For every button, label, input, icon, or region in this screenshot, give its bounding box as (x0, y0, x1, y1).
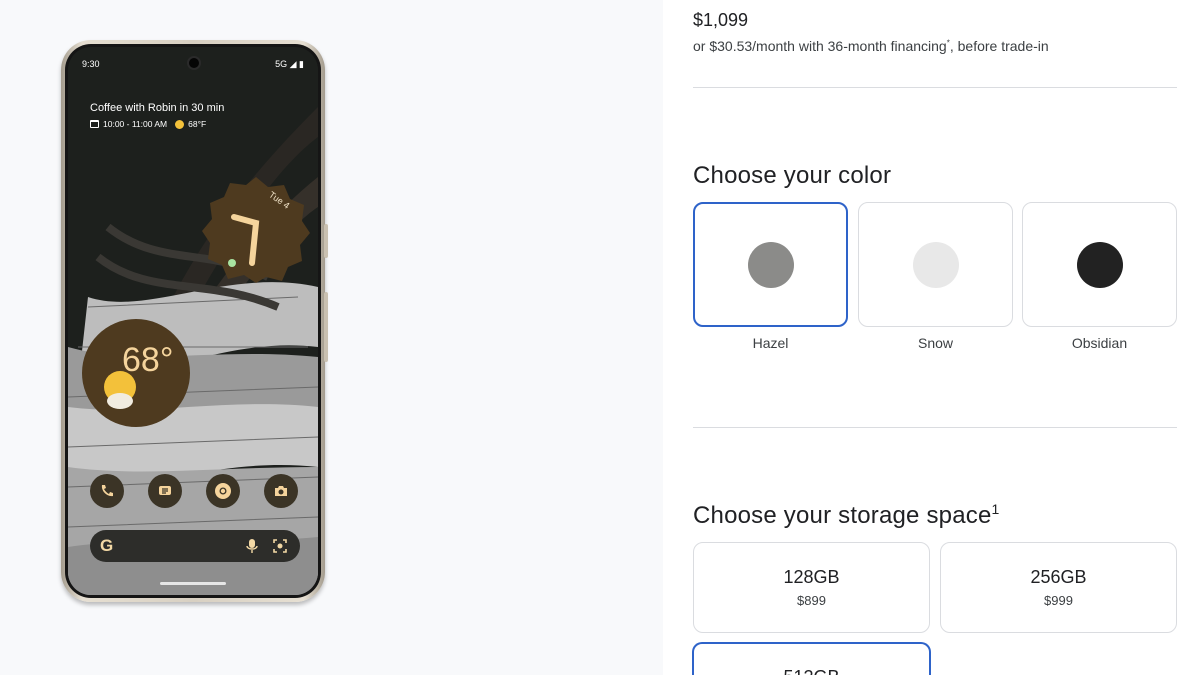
cloud-icon (107, 393, 133, 409)
storage-size: 128GB (783, 567, 840, 587)
status-time: 9:30 (82, 59, 100, 69)
color-swatch-hazel (747, 241, 794, 288)
color-option-obsidian[interactable] (1022, 202, 1177, 327)
google-logo: G (100, 536, 114, 555)
calendar-icon (90, 120, 99, 128)
financing-text: or $30.53/month with 36-month financing*… (693, 38, 1049, 54)
divider (693, 427, 1177, 428)
glance-title: Coffee with Robin in 30 min (90, 102, 225, 114)
phone-volume-button (324, 292, 328, 362)
phone-image: 9:30 5G ◢ ▮ Coffee with Robin in 30 min … (61, 40, 328, 602)
product-image-panel: 9:30 5G ◢ ▮ Coffee with Robin in 30 min … (0, 0, 663, 675)
storage-section-title: Choose your storage space1 (693, 501, 1000, 530)
divider (693, 87, 1177, 88)
chrome-icon[interactable] (206, 474, 240, 508)
sun-icon (175, 119, 185, 129)
messages-icon[interactable] (148, 474, 182, 508)
glance-time: 10:00 - 11:00 AM (103, 119, 168, 129)
color-label-snow: Snow (917, 335, 954, 351)
google-search-bar[interactable]: G (90, 530, 300, 562)
clock-widget: Tue 4 (202, 177, 310, 283)
status-network-icons: 5G ◢ ▮ (275, 59, 304, 69)
weather-widget: 68° (82, 319, 190, 427)
status-bar: 9:30 5G ◢ ▮ (82, 59, 304, 73)
product-price: $1,099 (693, 10, 749, 30)
color-swatch-obsidian (1076, 241, 1123, 288)
color-option-hazel[interactable] (693, 202, 848, 327)
storage-size: 256GB (1030, 567, 1087, 587)
storage-price: $899 (797, 593, 826, 608)
color-section-title: Choose your color (693, 162, 892, 189)
storage-option-512gb[interactable]: 512GB (692, 642, 931, 675)
mic-icon[interactable] (246, 538, 258, 554)
financing-prefix: or $30.53/month with 36-month financing (693, 38, 947, 54)
glance-details: 10:00 - 11:00 AM 68°F (90, 119, 224, 129)
storage-option-256gb[interactable]: 256GB $999 (940, 542, 1177, 633)
color-label-hazel: Hazel (752, 335, 789, 351)
storage-option-128gb[interactable]: 128GB $899 (693, 542, 930, 633)
phone-screen: 9:30 5G ◢ ▮ Coffee with Robin in 30 min … (65, 44, 321, 598)
storage-title-text: Choose your storage space (693, 502, 992, 529)
color-option-snow[interactable] (858, 202, 1013, 327)
financing-suffix: , before trade-in (949, 38, 1049, 54)
lens-icon[interactable] (272, 538, 288, 554)
gesture-nav-bar (160, 582, 226, 585)
storage-size: 512GB (694, 667, 929, 675)
glance-temp: 68°F (188, 119, 207, 129)
camera-icon[interactable] (264, 474, 298, 508)
color-label-obsidian: Obsidian (1071, 335, 1128, 351)
phone-power-button (324, 224, 328, 258)
storage-footnote-mark[interactable]: 1 (992, 501, 1000, 517)
phone-icon[interactable] (90, 474, 124, 508)
at-a-glance-widget: Coffee with Robin in 30 min 10:00 - 11:0… (90, 102, 224, 129)
color-swatch-snow (912, 241, 959, 288)
storage-price: $999 (1044, 593, 1073, 608)
weather-temp: 68° (122, 341, 173, 379)
app-dock (90, 474, 300, 508)
